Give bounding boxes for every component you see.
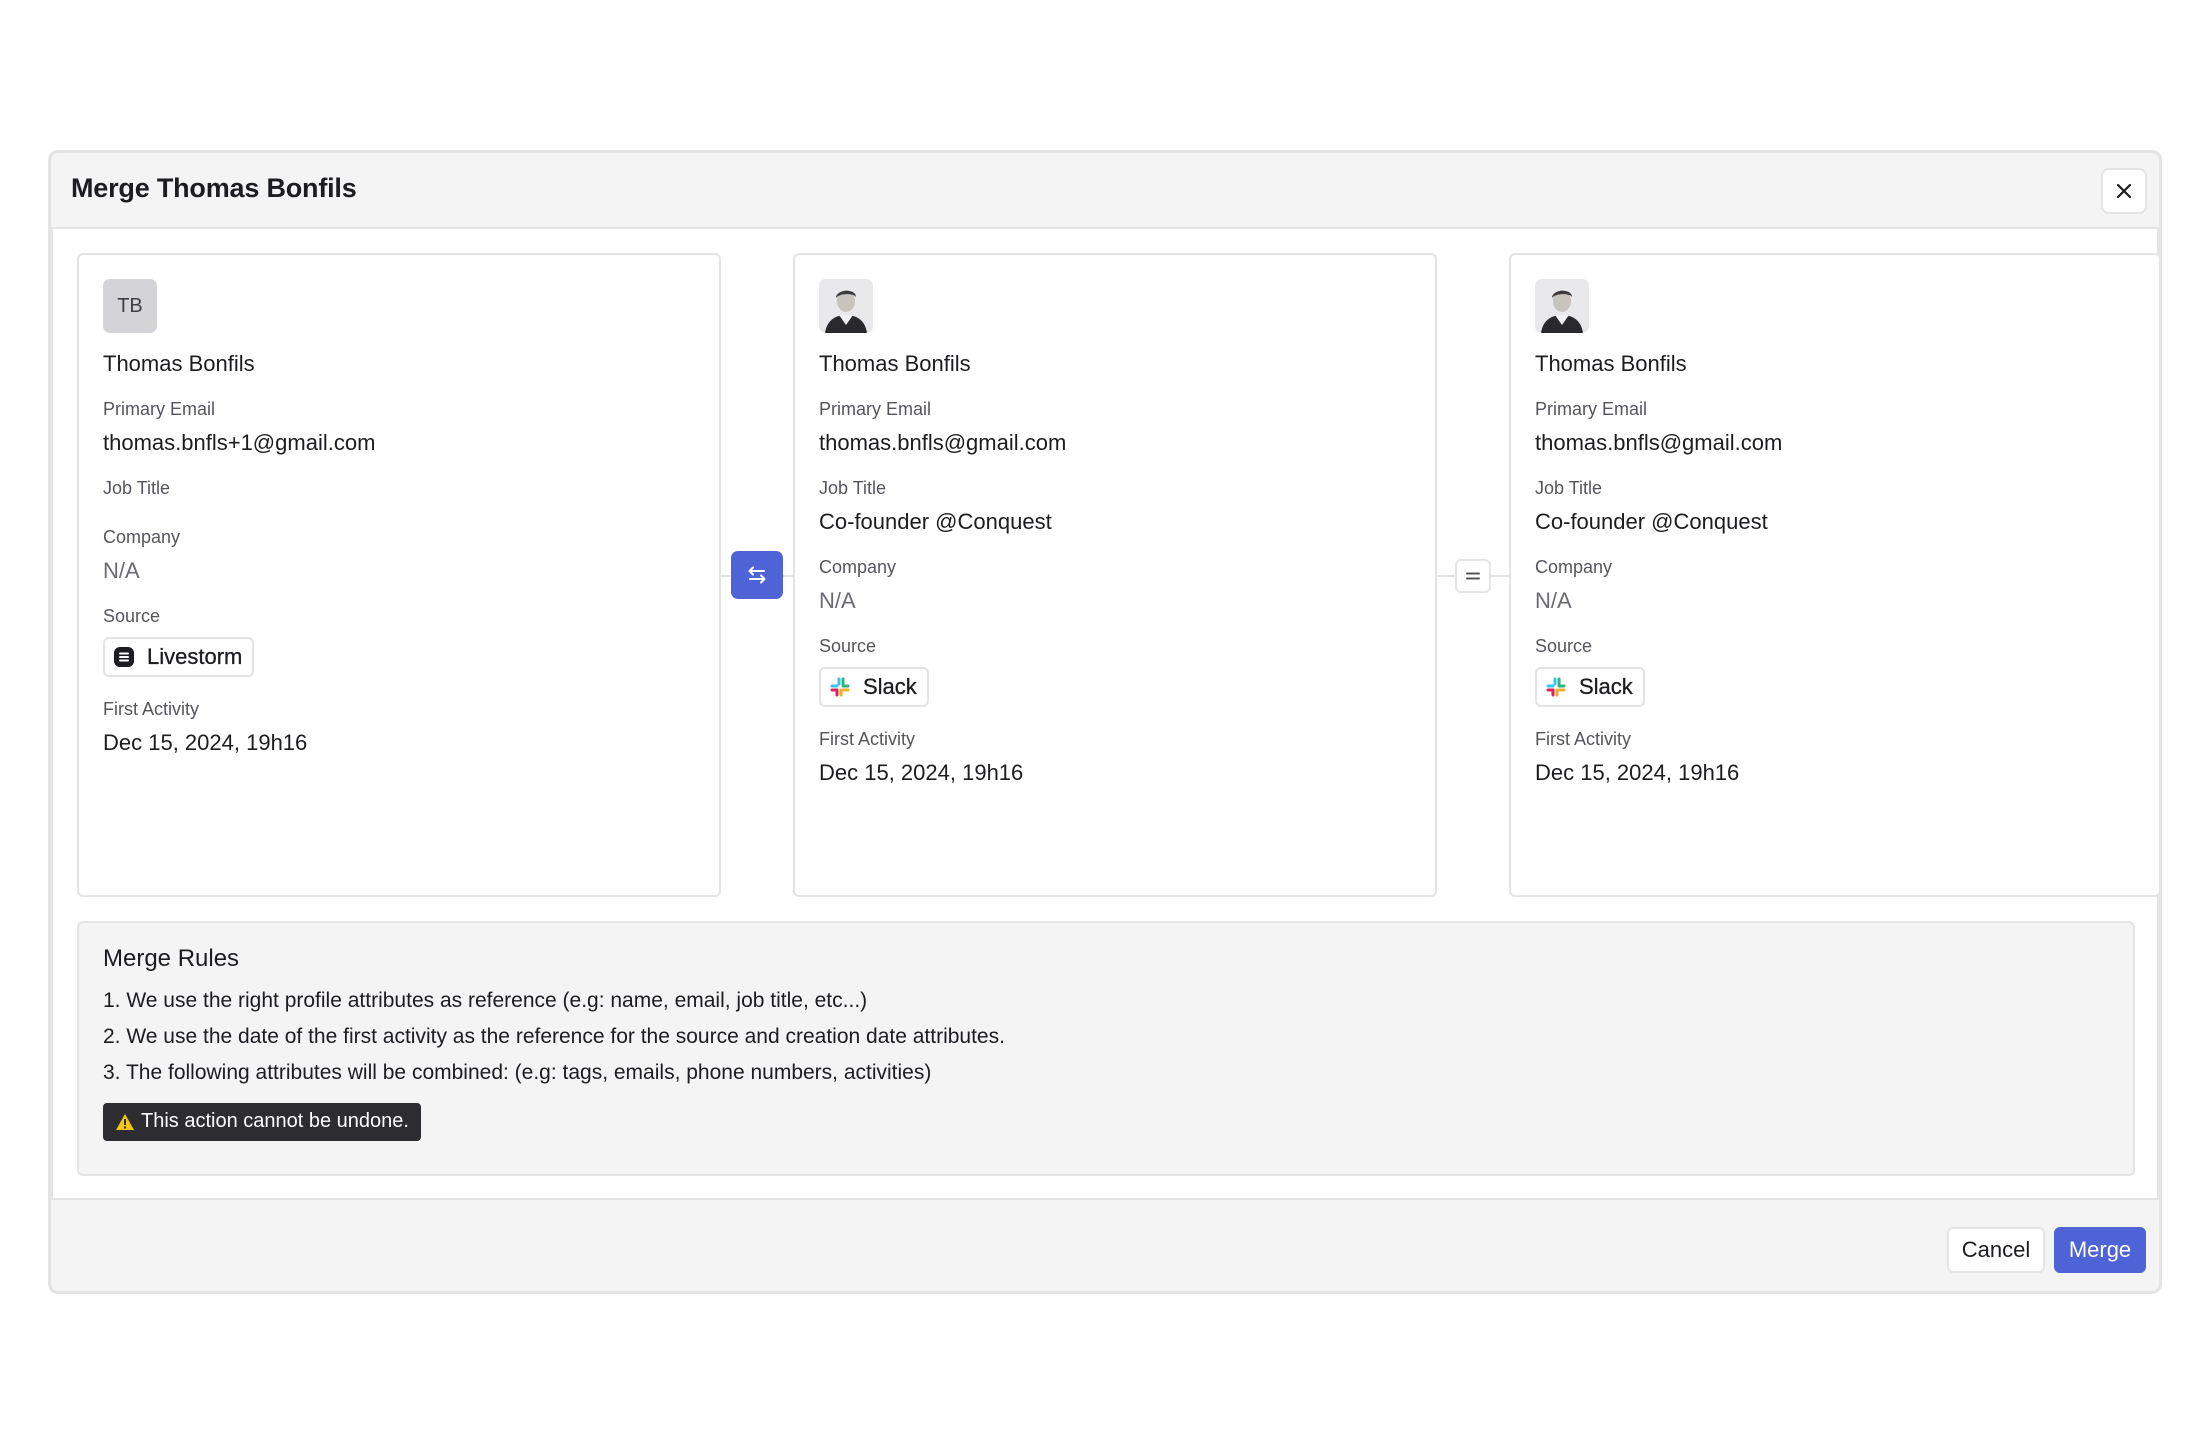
- avatar: [1535, 279, 1589, 333]
- livestorm-icon: [114, 647, 134, 667]
- job-title-label: Job Title: [819, 478, 887, 498]
- merge-rules-title: Merge Rules: [103, 945, 240, 972]
- warning-text: This action cannot be undone.: [141, 1110, 409, 1132]
- equals-badge: [1455, 559, 1491, 593]
- merge-rule-item: 3. The following attributes will be comb…: [103, 1061, 932, 1084]
- source-label: Source: [103, 606, 161, 626]
- slack-icon: [1546, 677, 1566, 697]
- company-value: N/A: [1535, 588, 1572, 613]
- person-photo-icon: [1535, 279, 1589, 333]
- first-activity-label: First Activity: [1535, 729, 1632, 749]
- person-photo-icon: [819, 279, 873, 333]
- company-value: N/A: [819, 588, 856, 613]
- company-label: Company: [103, 527, 181, 547]
- source-value: Slack: [863, 674, 917, 699]
- profile-card-result: Thomas Bonfils Primary Email thomas.bnfl…: [1509, 253, 2161, 897]
- first-activity-value: Dec 15, 2024, 19h16: [819, 760, 1024, 785]
- equals-icon: [1466, 572, 1480, 580]
- job-title-value: Co-founder @Conquest: [819, 509, 1052, 534]
- swap-profiles-button[interactable]: [731, 551, 783, 599]
- profile-name: Thomas Bonfils: [819, 351, 971, 376]
- merge-button[interactable]: Merge: [2054, 1227, 2146, 1273]
- first-activity-label: First Activity: [103, 699, 200, 719]
- company-label: Company: [1535, 557, 1613, 577]
- job-title-label: Job Title: [1535, 478, 1603, 498]
- source-chip: Livestorm: [103, 637, 255, 677]
- primary-email-value: thomas.bnfls@gmail.com: [1535, 430, 1783, 455]
- source-label: Source: [819, 636, 877, 656]
- first-activity-value: Dec 15, 2024, 19h16: [103, 730, 308, 755]
- warning-badge: This action cannot be undone.: [103, 1103, 421, 1141]
- first-activity-value: Dec 15, 2024, 19h16: [1535, 760, 1740, 785]
- source-chip: Slack: [819, 667, 929, 707]
- source-value: Slack: [1579, 674, 1633, 699]
- avatar: TB: [103, 279, 157, 333]
- close-button[interactable]: [2101, 168, 2147, 214]
- primary-email-value: thomas.bnfls@gmail.com: [819, 430, 1067, 455]
- job-title-value: Co-founder @Conquest: [1535, 509, 1768, 534]
- merge-rule-item: 2. We use the date of the first activity…: [103, 1025, 1005, 1048]
- avatar: [819, 279, 873, 333]
- slack-icon: [830, 677, 850, 697]
- first-activity-label: First Activity: [819, 729, 916, 749]
- job-title-value: [103, 499, 695, 505]
- profile-card-left: TB Thomas Bonfils Primary Email thomas.b…: [77, 253, 721, 897]
- source-label: Source: [1535, 636, 1593, 656]
- dialog-body: TB Thomas Bonfils Primary Email thomas.b…: [51, 227, 2161, 1200]
- source-value: Livestorm: [147, 644, 243, 669]
- dialog-header: Merge Thomas Bonfils: [51, 153, 2159, 227]
- primary-email-label: Primary Email: [819, 399, 932, 419]
- job-title-label: Job Title: [103, 478, 171, 498]
- primary-email-label: Primary Email: [1535, 399, 1648, 419]
- merge-dialog: Merge Thomas Bonfils TB Thomas Bonfils P…: [48, 150, 2162, 1294]
- company-value: N/A: [103, 558, 140, 583]
- warning-icon: [116, 1113, 134, 1130]
- close-icon: [2116, 183, 2132, 199]
- merge-rules-panel: Merge Rules 1. We use the right profile …: [77, 921, 2135, 1176]
- cancel-button[interactable]: Cancel: [1947, 1227, 2045, 1273]
- swap-arrows-icon: [748, 566, 766, 584]
- profile-name: Thomas Bonfils: [103, 351, 255, 376]
- company-label: Company: [819, 557, 897, 577]
- dialog-title: Merge Thomas Bonfils: [71, 173, 357, 203]
- profile-card-middle: Thomas Bonfils Primary Email thomas.bnfl…: [793, 253, 1437, 897]
- merge-rule-item: 1. We use the right profile attributes a…: [103, 989, 868, 1012]
- profile-name: Thomas Bonfils: [1535, 351, 1687, 376]
- primary-email-label: Primary Email: [103, 399, 216, 419]
- source-chip: Slack: [1535, 667, 1645, 707]
- primary-email-value: thomas.bnfls+1@gmail.com: [103, 430, 376, 455]
